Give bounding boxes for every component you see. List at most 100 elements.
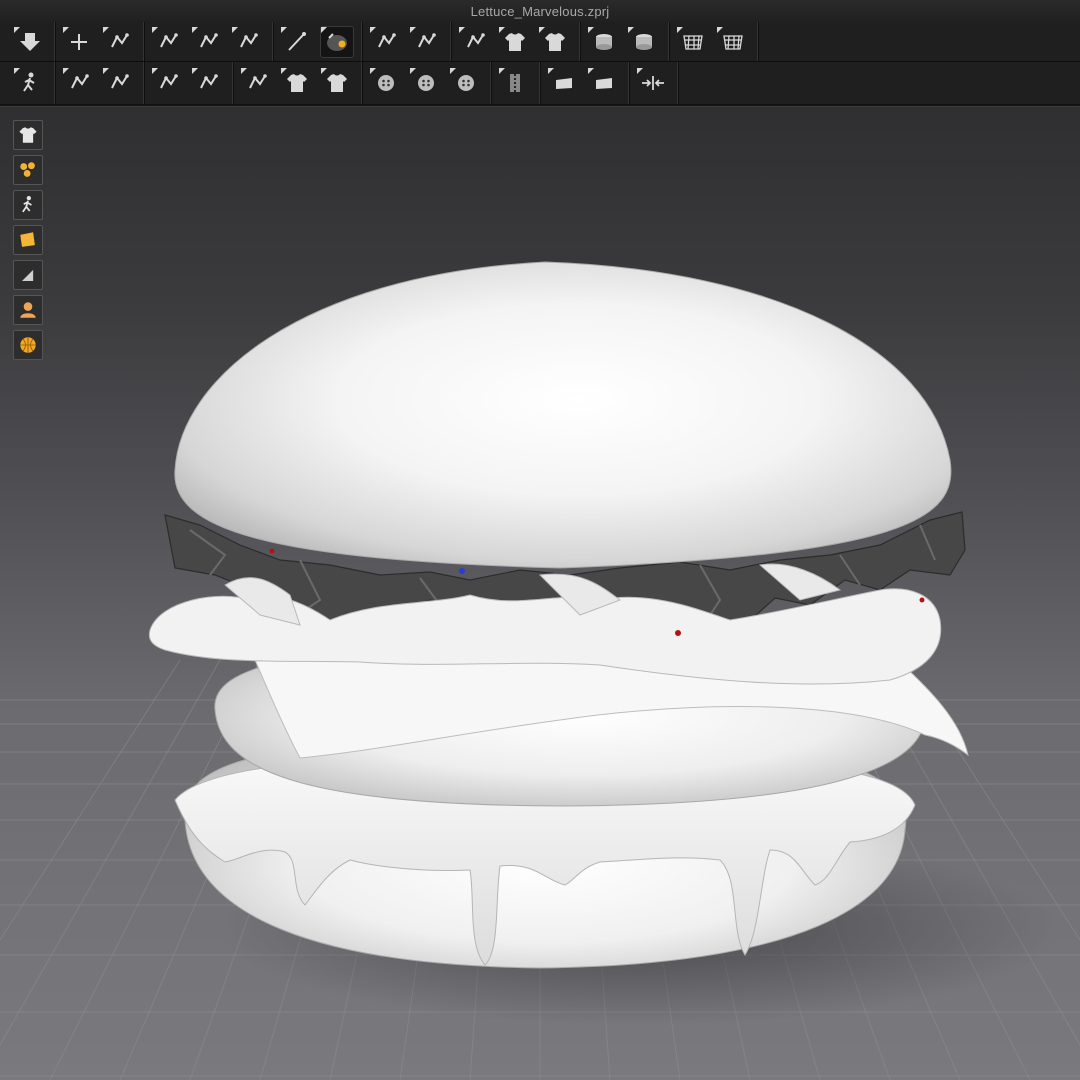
toolbar-bottom (0, 62, 1080, 106)
submenu-indicator (459, 26, 465, 33)
transform-pattern-button[interactable] (151, 26, 185, 58)
tape-icon (556, 78, 572, 89)
submenu-indicator (410, 26, 416, 33)
texture-edit-icon (249, 74, 267, 89)
submenu-indicator (192, 26, 198, 33)
simulation-orb-button[interactable] (320, 25, 354, 58)
sidebar-garment-shirt-button[interactable] (13, 120, 43, 150)
edit-point-icon (200, 32, 218, 47)
segment-sewing-icon (378, 32, 396, 47)
move-cross-button[interactable] (62, 26, 96, 58)
submenu-indicator (63, 68, 69, 74)
texture-shirt-alt-button[interactable] (320, 67, 354, 99)
toolbar-group-layers (580, 22, 669, 61)
segment-sewing-button[interactable] (369, 26, 403, 58)
fold-line-button[interactable] (151, 67, 185, 99)
silhouette-icon (22, 269, 34, 281)
sidebar-fabric-swatch-button[interactable] (13, 155, 43, 185)
toolbar-group-draw (273, 22, 362, 61)
measure-arrows-icon (642, 76, 664, 90)
app-window: Lettuce_Marvelous.zprj (0, 0, 1080, 1080)
sidebar-globe-button[interactable] (13, 330, 43, 360)
pin-cloth-alt-button[interactable] (102, 67, 136, 99)
pin-cloth-icon (71, 74, 89, 89)
pen-line-icon (288, 31, 306, 51)
free-sewing-button[interactable] (409, 26, 443, 58)
pin-cloth-button[interactable] (62, 67, 96, 99)
sidebar-texture-orange-button[interactable] (13, 225, 43, 255)
edit-point-button[interactable] (191, 26, 225, 58)
buttonhole-icon (458, 75, 474, 91)
cylinder-stack-button[interactable] (627, 26, 661, 58)
sidebar-silhouette-button[interactable] (13, 260, 43, 290)
fold-arrangement-button[interactable] (458, 26, 492, 58)
pen-line-button[interactable] (280, 26, 314, 58)
submenu-indicator (450, 68, 456, 74)
submenu-indicator (152, 26, 158, 33)
submenu-indicator (281, 26, 287, 33)
mesh-grid-icon (683, 34, 703, 50)
submenu-indicator (103, 68, 109, 74)
fold-line-icon (160, 74, 178, 89)
buttonhole-button[interactable] (449, 67, 483, 99)
submenu-indicator (14, 26, 20, 33)
mesh-grid-button[interactable] (676, 26, 710, 58)
submenu-indicator (410, 68, 416, 74)
box-garment-button[interactable] (538, 26, 572, 58)
walking-avatar-button[interactable] (13, 67, 47, 99)
shirt-icon (505, 32, 525, 51)
simulation-orb-icon (327, 32, 347, 51)
toolbar-group-transform (55, 22, 144, 61)
texture-orange-icon (20, 232, 35, 247)
measure-arrows-button[interactable] (636, 67, 670, 99)
submenu-indicator (499, 68, 505, 74)
toolbar-group-fold (144, 62, 233, 104)
submenu-indicator (103, 26, 109, 33)
tape-alt-button[interactable] (587, 67, 621, 99)
texture-shirt-button[interactable] (280, 67, 314, 99)
3d-viewport[interactable] (0, 107, 1080, 1080)
submenu-indicator (717, 26, 723, 33)
submenu-indicator (232, 26, 238, 33)
mesh-grid-perspective-button[interactable] (716, 26, 750, 58)
toolbar-group-avatar (6, 62, 55, 104)
submenu-indicator (321, 26, 327, 33)
skin-person-icon (20, 302, 36, 318)
submenu-indicator (588, 26, 594, 33)
submenu-indicator (499, 26, 505, 33)
shirt-button[interactable] (498, 26, 532, 58)
avatar-person-icon (22, 196, 32, 213)
tape-alt-icon (596, 78, 612, 89)
fold-arrangement-icon (467, 32, 485, 47)
layer-stack-button[interactable] (587, 26, 621, 58)
button-button[interactable] (409, 67, 443, 99)
toolbar-group-zipper (491, 62, 540, 104)
sidebar-skin-person-button[interactable] (13, 295, 43, 325)
sidebar-avatar-person-button[interactable] (13, 190, 43, 220)
free-sewing-icon (418, 32, 436, 47)
left-sidebar (13, 120, 45, 365)
cylinder-stack-icon (636, 33, 652, 50)
zipper-button[interactable] (498, 67, 532, 99)
toolbar-group-sew (362, 22, 451, 61)
toolbar-group-pins (55, 62, 144, 104)
texture-edit-button[interactable] (240, 67, 274, 99)
toolbar-group-tape (540, 62, 629, 104)
toolbar-group-file (6, 22, 55, 61)
submenu-indicator (14, 68, 20, 74)
fabric-swatch-icon (20, 162, 35, 177)
submenu-indicator (539, 26, 545, 33)
toolbar-group-texture (233, 62, 362, 104)
edit-curvature-button[interactable] (231, 26, 265, 58)
pin-cloth-alt-icon (111, 74, 129, 89)
top-bun (174, 261, 952, 569)
edit-pattern-button[interactable] (102, 26, 136, 58)
transform-pattern-icon (160, 32, 178, 47)
fold-angle-button[interactable] (191, 67, 225, 99)
box-garment-icon (545, 32, 565, 51)
submenu-indicator (281, 68, 287, 74)
button-place-button[interactable] (369, 67, 403, 99)
move-cross-icon (71, 33, 87, 50)
download-arrow-button[interactable] (13, 26, 47, 58)
tape-button[interactable] (547, 67, 581, 99)
